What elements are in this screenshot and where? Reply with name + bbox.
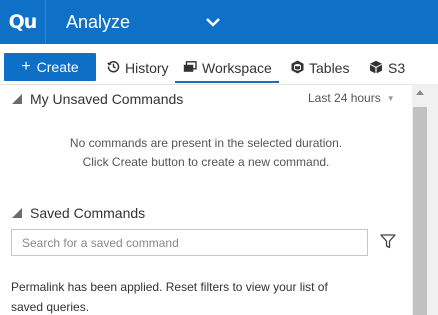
plus-icon: + [21,58,31,75]
tab-history[interactable]: History [107,52,169,84]
chevron-down-icon[interactable] [206,14,222,30]
tab-workspace-label: Workspace [202,60,272,76]
unsaved-commands-header[interactable]: My Unsaved Commands [12,91,183,107]
saved-command-search-input[interactable] [11,229,368,256]
caret-down-icon: ▼ [386,93,395,103]
permalink-message: Permalink has been applied. Reset filter… [11,280,328,314]
time-range-label: Last 24 hours [308,91,381,105]
saved-commands-header[interactable]: Saved Commands [12,205,145,221]
create-label: Create [36,59,79,75]
s3-cube-icon [369,60,383,77]
time-range-select[interactable]: Last 24 hours ▼ [308,91,395,105]
top-header: Qu Analyze [0,0,438,44]
create-button[interactable]: + Create [4,53,96,81]
unsaved-commands-title: My Unsaved Commands [30,91,184,107]
app-title: Analyze [66,11,131,32]
tab-tables[interactable]: Tables [291,52,349,84]
active-tab-indicator [175,81,279,83]
qubole-logo[interactable]: Qu [0,0,46,44]
tab-tables-label: Tables [309,60,350,76]
tab-history-label: History [125,60,169,76]
tab-s3[interactable]: S3 [369,52,405,84]
tab-s3-label: S3 [388,60,406,76]
saved-commands-title: Saved Commands [30,205,146,221]
tab-workspace[interactable]: Workspace [183,52,272,84]
filter-icon[interactable] [380,234,398,250]
tables-icon [291,60,304,77]
empty-message-line1: No commands are present in the selected … [69,136,343,150]
empty-message-line2: Click Create button to create a new comm… [82,155,330,169]
collapse-triangle-icon [12,208,22,218]
scroll-up-arrow-icon[interactable] [416,90,424,95]
tab-row: + Create History Workspace Tables S3 [0,52,438,84]
collapse-triangle-icon [12,94,22,104]
history-icon [107,60,120,76]
scrollbar-thumb[interactable] [413,107,427,315]
logo-text: Qu [8,11,38,33]
workspace-icon [183,60,197,76]
